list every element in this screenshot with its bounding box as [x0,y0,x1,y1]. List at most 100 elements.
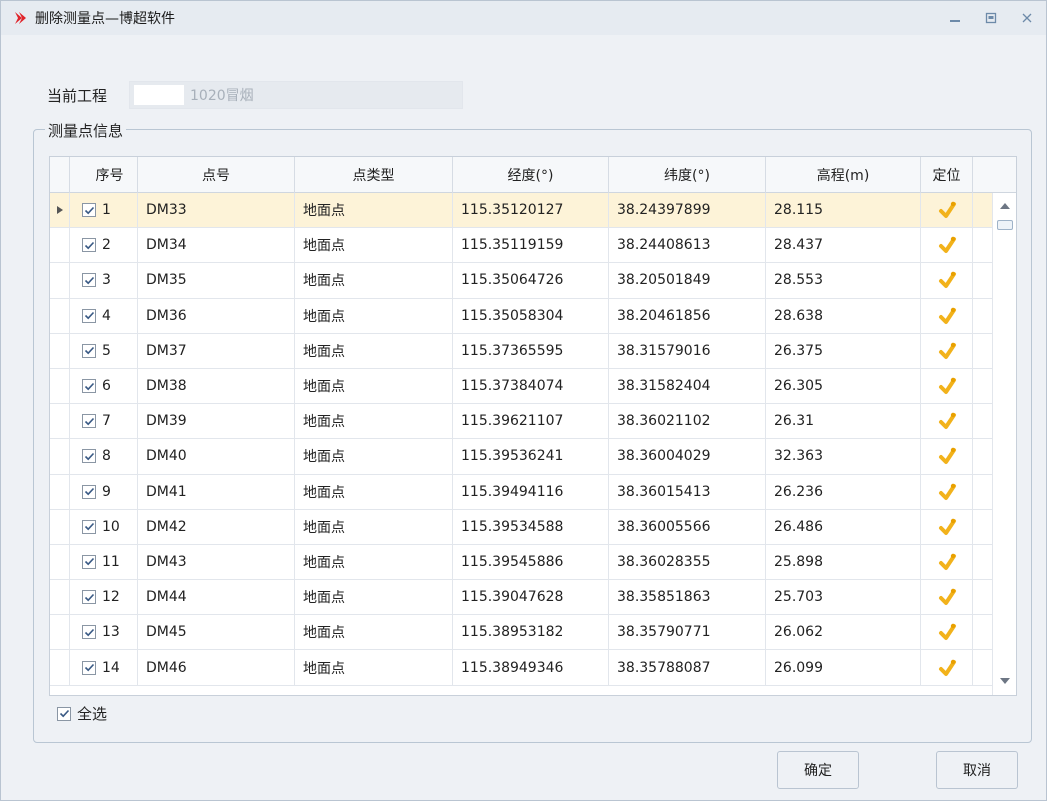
row-checkbox[interactable] [82,273,96,288]
select-all-checkbox[interactable]: 全选 [57,703,107,724]
locate-button[interactable] [921,580,973,615]
row-checkbox[interactable] [82,308,96,323]
header-seq[interactable]: 序号 [70,157,138,193]
cell-seq[interactable]: 14 [70,650,138,685]
cell-seq[interactable]: 10 [70,509,138,544]
pin-icon [938,377,956,395]
cell-latitude: 38.20461856 [609,298,766,333]
locate-button[interactable] [921,650,973,685]
locate-button[interactable] [921,333,973,368]
header-longitude[interactable]: 经度(°) [453,157,609,193]
cell-elevation: 28.638 [766,298,921,333]
table-row[interactable]: 14 DM46 地面点 115.38949346 38.35788087 26.099 [50,650,1016,686]
cell-elevation: 26.305 [766,368,921,404]
cell-seq[interactable]: 11 [70,544,138,580]
locate-button[interactable] [921,298,973,333]
table-row[interactable]: 8 DM40 地面点 115.39536241 38.36004029 32.363 [50,439,1016,475]
row-checkbox[interactable] [82,414,96,429]
row-checkbox[interactable] [82,660,96,675]
cell-type: 地面点 [295,615,453,650]
row-checkbox[interactable] [82,449,96,464]
locate-button[interactable] [921,439,973,474]
row-checkbox[interactable] [82,484,96,499]
cell-longitude-text: 115.39545886 [461,553,564,570]
cell-elevation-text: 28.638 [774,307,823,324]
cell-seq[interactable]: 4 [70,298,138,333]
cell-type-text: 地面点 [303,308,345,325]
app-logo-icon [15,12,26,24]
header-scroll-spacer [973,157,997,193]
locate-button[interactable] [921,544,973,580]
row-checkbox[interactable] [82,625,96,640]
cell-type-text: 地面点 [303,590,345,607]
cancel-button[interactable]: 取消 [936,751,1018,789]
ok-button[interactable]: 确定 [777,751,859,789]
cell-seq[interactable]: 6 [70,368,138,404]
vertical-scrollbar[interactable] [992,193,1016,695]
cell-seq[interactable]: 7 [70,404,138,439]
cell-seq[interactable]: 5 [70,333,138,368]
header-locate[interactable]: 定位 [921,157,973,193]
locate-button[interactable] [921,474,973,509]
locate-button[interactable] [921,615,973,650]
scroll-thumb[interactable] [997,220,1013,230]
table-row[interactable]: 13 DM45 地面点 115.38953182 38.35790771 26.062 [50,615,1016,651]
cell-elevation-text: 25.703 [774,589,823,606]
table-row[interactable]: 12 DM44 地面点 115.39047628 38.35851863 25.703 [50,580,1016,616]
table-row[interactable]: 9 DM41 地面点 115.39494116 38.36015413 26.236 [50,474,1016,510]
cell-seq[interactable]: 3 [70,263,138,298]
cell-point: DM37 [138,333,295,368]
header-elevation[interactable]: 高程(m) [766,157,921,193]
table-row[interactable]: 4 DM36 地面点 115.35058304 38.20461856 28.638 [50,298,1016,334]
row-checkbox[interactable] [82,343,96,358]
table-row[interactable]: 1 DM33 地面点 115.35120127 38.24397899 28.115 [50,193,1016,229]
locate-button[interactable] [921,509,973,544]
table-row[interactable]: 5 DM37 地面点 115.37365595 38.31579016 26.375 [50,333,1016,369]
row-checkbox[interactable] [82,203,96,218]
cell-elevation: 28.437 [766,228,921,263]
header-latitude[interactable]: 纬度(°) [609,157,766,193]
row-checkbox[interactable] [82,238,96,253]
points-grid: 序号 点号 点类型 经度(°) 纬度(°) 高程(m) 定位 1 DM33 地面点 1… [49,156,1017,696]
cell-point-text: DM40 [146,448,187,465]
row-checkbox[interactable] [82,519,96,534]
header-point[interactable]: 点号 [138,157,295,193]
row-indicator [50,263,70,298]
locate-button[interactable] [921,404,973,439]
table-row[interactable]: 7 DM39 地面点 115.39621107 38.36021102 26.31 [50,404,1016,440]
table-row[interactable]: 6 DM38 地面点 115.37384074 38.31582404 26.305 [50,368,1016,405]
cell-latitude: 38.36015413 [609,474,766,509]
locate-button[interactable] [921,263,973,298]
cell-seq[interactable]: 2 [70,228,138,263]
row-checkbox[interactable] [82,554,96,569]
cell-seq[interactable]: 8 [70,439,138,474]
row-indicator [50,650,70,685]
cell-point-text: DM43 [146,553,187,570]
row-indicator [50,193,70,228]
cell-seq[interactable]: 1 [70,193,138,228]
scroll-up-icon[interactable] [1000,203,1010,209]
locate-button[interactable] [921,193,973,228]
cell-seq[interactable]: 12 [70,580,138,615]
close-button[interactable] [1018,9,1036,27]
locate-button[interactable] [921,368,973,404]
checkbox-checked-icon[interactable] [57,706,71,721]
table-row[interactable]: 2 DM34 地面点 115.35119159 38.24408613 28.437 [50,228,1016,264]
table-row[interactable]: 3 DM35 地面点 115.35064726 38.20501849 28.553 [50,263,1016,299]
cell-seq[interactable]: 13 [70,615,138,650]
locate-button[interactable] [921,228,973,263]
cell-point: DM46 [138,650,295,685]
cell-point: DM45 [138,615,295,650]
minimize-button[interactable] [946,9,964,27]
pin-icon [938,518,956,535]
cell-seq[interactable]: 9 [70,474,138,509]
row-checkbox[interactable] [82,590,96,605]
table-row[interactable]: 10 DM42 地面点 115.39534588 38.36005566 26.486 [50,509,1016,545]
header-type[interactable]: 点类型 [295,157,453,193]
scroll-down-icon[interactable] [1000,678,1010,684]
maximize-button[interactable] [982,9,1000,27]
row-checkbox[interactable] [82,379,96,394]
cell-point: DM41 [138,474,295,509]
table-row[interactable]: 11 DM43 地面点 115.39545886 38.36028355 25.898 [50,544,1016,581]
cell-type-text: 地面点 [303,273,345,290]
